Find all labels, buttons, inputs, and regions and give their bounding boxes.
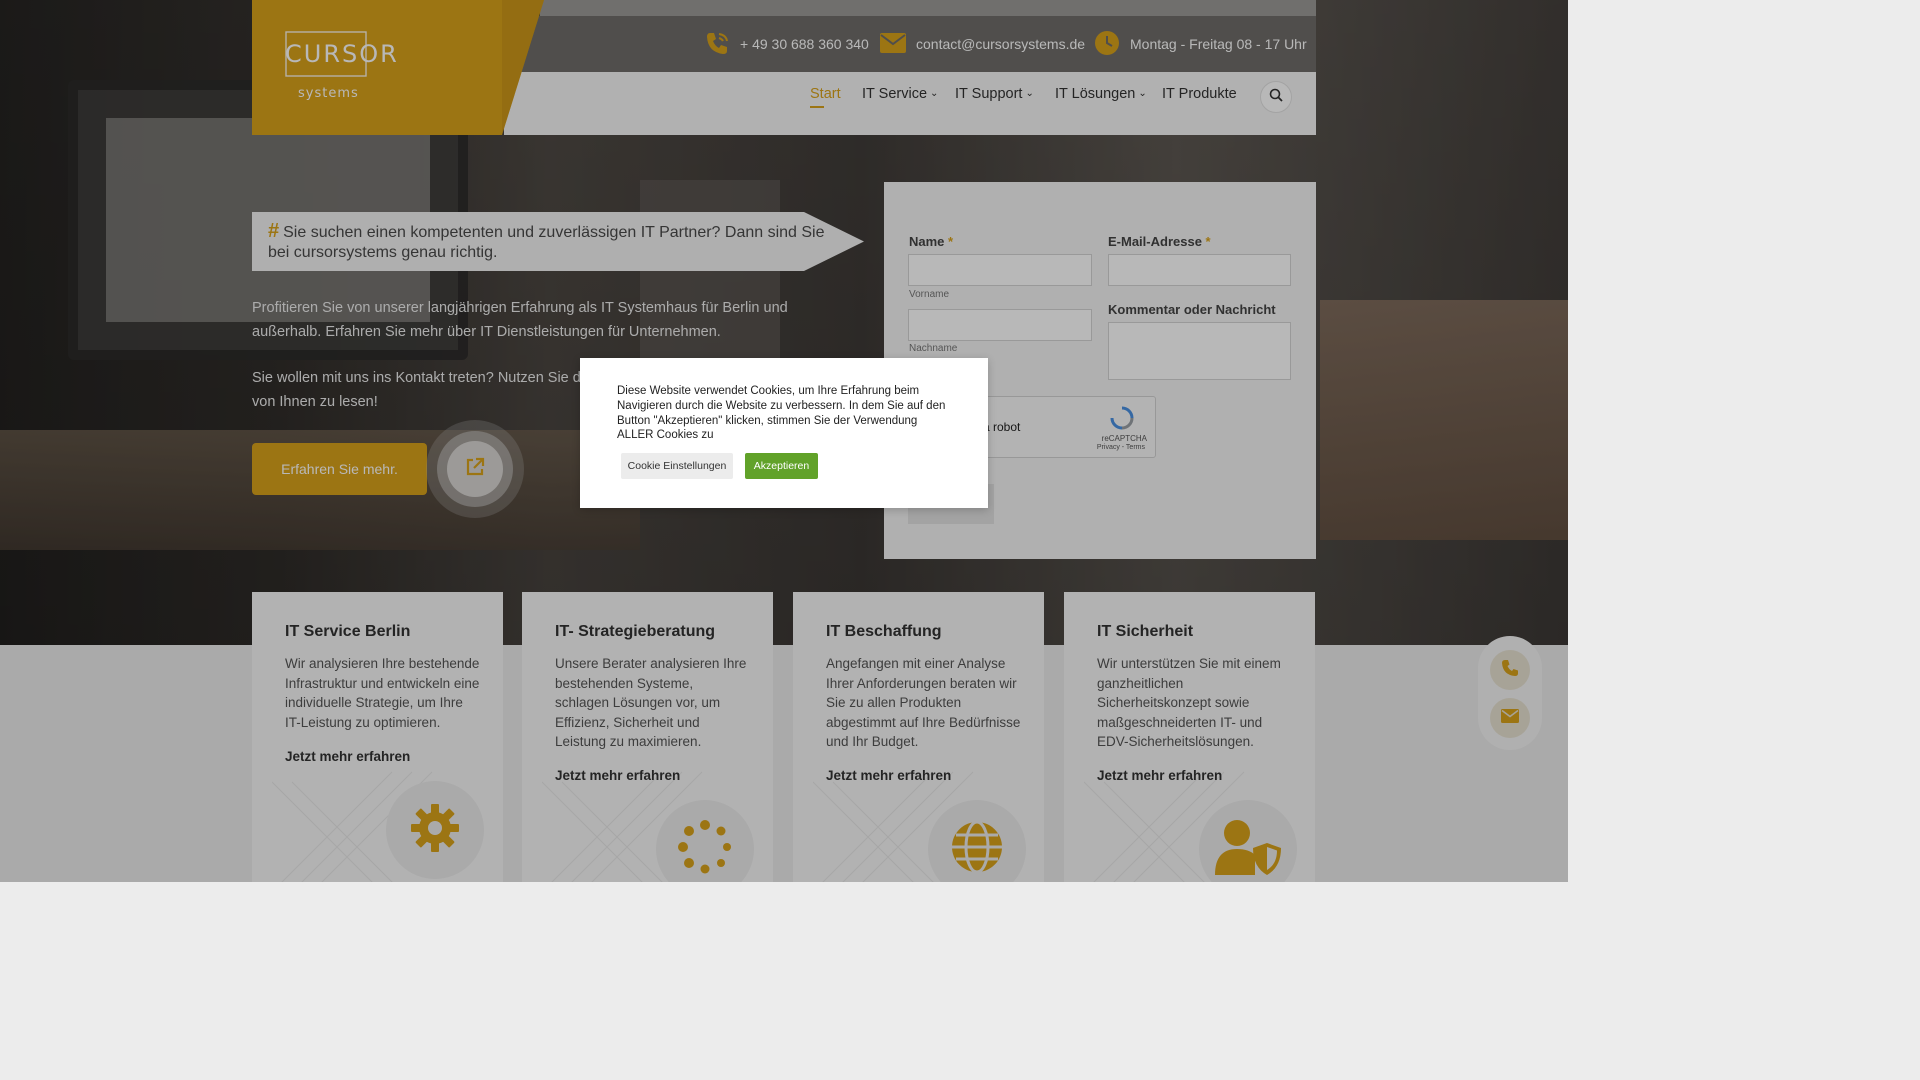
cookie-consent-text: Diese Website verwendet Cookies, um Ihre… (617, 385, 946, 442)
cookie-consent-dialog: Diese Website verwendet Cookies, um Ihre… (580, 358, 988, 508)
cookie-settings-button[interactable]: Cookie Einstellungen (621, 453, 733, 479)
cookie-accept-button[interactable]: Akzeptieren (745, 453, 818, 479)
